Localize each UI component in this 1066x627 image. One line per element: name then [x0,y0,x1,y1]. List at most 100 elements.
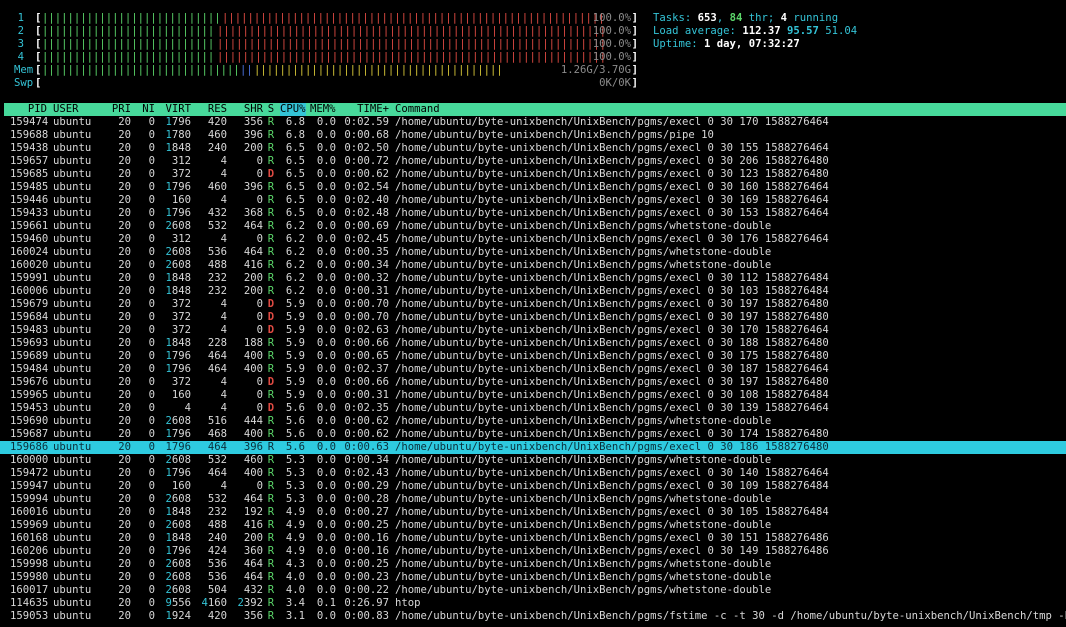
column-header-state[interactable]: S [266,103,276,116]
process-command: /home/ubuntu/byte-unixbench/UnixBench/pg… [395,558,772,570]
process-row[interactable]: 159690 ubuntu 20 0 2608 516 444 R 5.6 0.0 0:00.62/… [0,415,1066,428]
process-row[interactable]: 159485 ubuntu 20 0 1796 460 396 R 6.5 0.0 0:02.54/… [0,181,1066,194]
process-row[interactable]: 159433 ubuntu 20 0 1796 432 368 R 6.5 0.0 0:02.48/… [0,207,1066,220]
process-cpu-percent: 4.9 [285,545,305,557]
process-pid: 159693 [10,337,49,349]
process-row[interactable]: 159676 ubuntu 20 0 372 4 0 D 5.9 0.0 0:00.66/home/… [0,376,1066,389]
process-res: 432 [207,207,227,219]
process-virt: 1796 [165,467,191,479]
process-state: R [267,571,275,583]
process-row[interactable]: 160168 ubuntu 20 0 1848 240 200 R 4.9 0.0 0:00.16/… [0,532,1066,545]
process-time: 0:02.59 [344,116,389,128]
process-row[interactable]: 159689 ubuntu 20 0 1796 464 400 R 5.9 0.0 0:00.65/… [0,350,1066,363]
process-mem-percent: 0.0 [316,493,336,505]
process-pid: 159657 [10,155,49,167]
process-row[interactable]: 159998 ubuntu 20 0 2608 536 464 R 4.3 0.0 0:00.25/… [0,558,1066,571]
process-row[interactable]: 159472 ubuntu 20 0 1796 464 400 R 5.3 0.0 0:02.43/… [0,467,1066,480]
process-nice: 0 [148,506,155,518]
process-row[interactable]: 160016 ubuntu 20 0 1848 232 192 R 4.9 0.0 0:00.27/… [0,506,1066,519]
process-row[interactable]: 159994 ubuntu 20 0 2608 532 464 R 5.3 0.0 0:00.28/… [0,493,1066,506]
process-time: 0:00.70 [344,298,389,310]
process-row[interactable]: 159657 ubuntu 20 0 312 4 0 R 6.5 0.0 0:00.72/home/… [0,155,1066,168]
cpu-bracket-close: ] [631,51,638,63]
process-row[interactable]: 159693 ubuntu 20 0 1848 228 188 R 5.9 0.0 0:00.66/… [0,337,1066,350]
process-row[interactable]: 160206 ubuntu 20 0 1796 424 360 R 4.9 0.0 0:00.16/… [0,545,1066,558]
process-res: 232 [207,506,227,518]
process-mem-percent: 0.0 [316,532,336,544]
process-state: D [267,402,275,414]
process-time: 0:00.69 [344,220,389,232]
cpu-kernel-segment: ||||||||||||||||||||||||||||||||||||||||… [217,25,605,37]
process-mem-percent: 0.0 [316,402,336,414]
process-priority: 20 [118,402,131,414]
process-row[interactable]: 159685 ubuntu 20 0 372 4 0 D 6.5 0.0 0:00.62/home/… [0,168,1066,181]
process-shr: 356 [243,610,263,622]
column-header-pri[interactable]: PRI [104,103,131,116]
process-pid: 114635 [10,597,49,609]
column-header-shr[interactable]: SHR [232,103,263,116]
process-row[interactable]: 159969 ubuntu 20 0 2608 488 416 R 4.9 0.0 0:00.25/… [0,519,1066,532]
process-row[interactable]: 159686 ubuntu 20 0 1796 464 396 R 5.6 0.0 0:00.63/… [0,441,1066,454]
process-row[interactable]: 159661 ubuntu 20 0 2608 532 464 R 6.2 0.0 0:00.69/… [0,220,1066,233]
process-nice: 0 [148,597,155,609]
process-row[interactable]: 160006 ubuntu 20 0 1848 232 200 R 6.2 0.0 0:00.31/… [0,285,1066,298]
process-command: /home/ubuntu/byte-unixbench/UnixBench/pg… [395,584,772,596]
process-row[interactable]: 159980 ubuntu 20 0 2608 536 464 R 4.0 0.0 0:00.23/… [0,571,1066,584]
process-command: /home/ubuntu/byte-unixbench/UnixBench/pg… [395,532,829,544]
process-command: /home/ubuntu/byte-unixbench/UnixBench/pg… [395,116,829,128]
process-row[interactable]: 159438 ubuntu 20 0 1848 240 200 R 6.5 0.0 0:02.50/… [0,142,1066,155]
swap-bracket-open: [ [35,77,42,89]
process-row[interactable]: 160017 ubuntu 20 0 2608 504 432 R 4.0 0.0 0:00.22/… [0,584,1066,597]
process-row[interactable]: 159446 ubuntu 20 0 160 4 0 R 6.5 0.0 0:02.40/home/… [0,194,1066,207]
process-row[interactable]: 114635 ubuntu 20 0 9556 4160 2392 R 3.4 0.1 0:26.9… [0,597,1066,610]
column-header-mem[interactable]: MEM% [310,103,336,116]
process-nice: 0 [148,402,155,414]
process-virt: 372 [171,324,191,336]
process-row[interactable]: 159474 ubuntu 20 0 1796 420 356 R 6.8 0.0 0:02.59/… [0,116,1066,129]
process-mem-percent: 0.0 [316,155,336,167]
cpu-bracket-open: [ [35,12,42,24]
process-row[interactable]: 159453 ubuntu 20 0 4 4 0 D 5.6 0.0 0:02.35/home/ub… [0,402,1066,415]
column-header-res[interactable]: RES [197,103,227,116]
column-header-cpu[interactable]: CPU% [280,103,306,116]
process-pid: 159453 [10,402,49,414]
process-state: R [267,350,275,362]
process-row[interactable]: 159053 ubuntu 20 0 1924 420 356 R 3.1 0.0 0:00.83/… [0,610,1066,623]
cpu-low-priority-segment: ||||||||||||||||||||||||||||||||||||||||… [42,51,217,63]
process-row[interactable]: 159965 ubuntu 20 0 160 4 0 R 5.9 0.0 0:00.31/home/… [0,389,1066,402]
process-command: /home/ubuntu/byte-unixbench/UnixBench/pg… [395,493,772,505]
memory-bracket-close: ] [631,64,638,76]
cpu-index: 2 [17,25,24,37]
column-header-virt[interactable]: VIRT [155,103,191,116]
column-header-ni[interactable]: NI [134,103,155,116]
process-row[interactable]: 160024 ubuntu 20 0 2608 536 464 R 6.2 0.0 0:00.35/… [0,246,1066,259]
process-row[interactable]: 159947 ubuntu 20 0 160 4 0 R 5.3 0.0 0:00.29/home/… [0,480,1066,493]
process-command: /home/ubuntu/byte-unixbench/UnixBench/pg… [395,311,829,323]
process-row[interactable]: 160000 ubuntu 20 0 2608 532 460 R 5.3 0.0 0:00.34/… [0,454,1066,467]
process-row[interactable]: 159687 ubuntu 20 0 1796 468 400 R 5.6 0.0 0:00.62/… [0,428,1066,441]
process-command: /home/ubuntu/byte-unixbench/UnixBench/pg… [395,207,829,219]
column-header-user[interactable]: USER [53,103,79,116]
process-res: 536 [207,246,227,258]
process-row[interactable]: 159688 ubuntu 20 0 1780 460 396 R 6.8 0.0 0:00.68/… [0,129,1066,142]
process-row[interactable]: 159991 ubuntu 20 0 1848 232 200 R 6.2 0.0 0:00.32/… [0,272,1066,285]
process-row[interactable]: 159483 ubuntu 20 0 372 4 0 D 5.9 0.0 0:02.63/home/… [0,324,1066,337]
process-pid: 159688 [10,129,49,141]
process-res: 232 [207,272,227,284]
process-command: /home/ubuntu/byte-unixbench/UnixBench/pg… [395,480,829,492]
process-row[interactable]: 159684 ubuntu 20 0 372 4 0 D 5.9 0.0 0:00.70/home/… [0,311,1066,324]
cpu-usage-percent: 100.0% [592,38,631,50]
process-row[interactable]: 159484 ubuntu 20 0 1796 464 400 R 5.9 0.0 0:02.37/… [0,363,1066,376]
column-header-time[interactable]: TIME+ [343,103,389,116]
process-shr: 416 [243,259,263,271]
process-row[interactable]: 159679 ubuntu 20 0 372 4 0 D 5.9 0.0 0:00.70/home/… [0,298,1066,311]
process-list[interactable]: 159474 ubuntu 20 0 1796 420 356 R 6.8 0.0 0:02.59/… [0,116,1066,627]
process-row[interactable]: 159460 ubuntu 20 0 312 4 0 R 6.2 0.0 0:02.45/home/… [0,233,1066,246]
process-res: 4 [220,402,227,414]
column-header-command[interactable]: Command [395,103,440,116]
cpu-meter-4: 4[||||||||||||||||||||||||||||||||||||||… [14,51,638,64]
process-state: R [267,493,275,505]
process-shr: 464 [243,571,263,583]
column-header-pid[interactable]: PID [10,103,47,116]
process-row[interactable]: 160020 ubuntu 20 0 2608 488 416 R 6.2 0.0 0:00.34/… [0,259,1066,272]
